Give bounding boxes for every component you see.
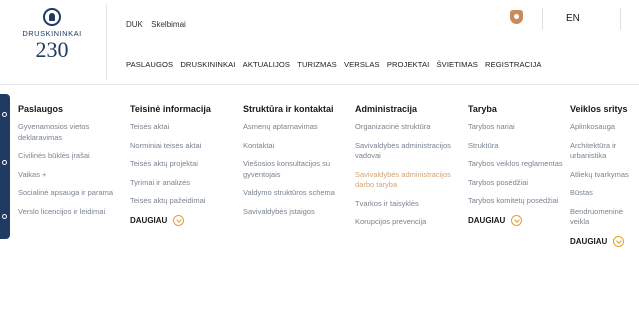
site-header: DRUSKININKAI 230 DUK Skelbimai EN PASLAU… [0, 0, 639, 84]
accessibility-side-tab[interactable] [0, 94, 10, 239]
menu-link[interactable]: Savivaldybės administracijos vadovai [355, 141, 463, 162]
nav-item-paslaugos[interactable]: PASLAUGOS [126, 60, 173, 69]
more-label: DAUGIAU [468, 215, 506, 225]
font-size-icon [2, 214, 7, 219]
menu-link[interactable]: Kontaktai [243, 141, 351, 152]
menu-link[interactable]: Asmenų aptarnavimas [243, 122, 351, 133]
site-logo[interactable]: DRUSKININKAI 230 [6, 8, 98, 61]
chevron-down-circle-icon [511, 214, 523, 226]
menu-column-administracija: Administracija Organizacinė struktūra Sa… [355, 100, 463, 236]
header-bottom-border [0, 84, 639, 85]
nav-item-svietimas[interactable]: ŠVIETIMAS [436, 60, 477, 69]
main-nav: PASLAUGOS DRUSKININKAI AKTUALIJOS TURIZM… [126, 60, 547, 69]
menu-link[interactable]: Atliekų tvarkymas [570, 170, 639, 181]
menu-link[interactable]: Tarybos nariai [468, 122, 576, 133]
more-button[interactable]: DAUGIAU [130, 214, 238, 226]
menu-column-title[interactable]: Paslaugos [18, 100, 126, 122]
menu-link[interactable]: Organizacinė struktūra [355, 122, 463, 133]
menu-link[interactable]: Socialinė apsauga ir parama [18, 188, 126, 199]
language-switch[interactable]: EN [566, 13, 580, 24]
menu-link[interactable]: Gyvenamosios vietos deklaravimas [18, 122, 126, 143]
menu-column-title[interactable]: Teisinė informacija [130, 100, 238, 122]
chevron-down-circle-icon [173, 214, 185, 226]
top-link-duk[interactable]: DUK [126, 20, 143, 29]
menu-column-struktura: Struktūra ir kontaktai Asmenų aptarnavim… [243, 100, 351, 225]
menu-link[interactable]: Savivaldybės įstaigos [243, 207, 351, 218]
tools-divider-right [620, 8, 621, 30]
more-label: DAUGIAU [130, 215, 168, 225]
menu-link[interactable]: Būstas [570, 188, 639, 199]
menu-link[interactable]: Verslo licencijos ir leidimai [18, 207, 126, 218]
menu-column-taryba: Taryba Tarybos nariai Struktūra Tarybos … [468, 100, 576, 226]
top-link-skelbimai[interactable]: Skelbimai [151, 20, 186, 29]
menu-link[interactable]: Struktūra [468, 141, 576, 152]
menu-link[interactable]: Valdymo struktūros schema [243, 188, 351, 199]
menu-column-title[interactable]: Veiklos sritys [570, 100, 639, 122]
menu-column-paslaugos: Paslaugos Gyvenamosios vietos deklaravim… [18, 100, 126, 225]
menu-column-title[interactable]: Administracija [355, 100, 463, 122]
menu-link[interactable]: Architektūra ir urbanistika [570, 141, 639, 162]
nav-item-registracija[interactable]: REGISTRACIJA [485, 60, 541, 69]
shield-badge-icon[interactable] [510, 10, 523, 24]
menu-link[interactable]: Civilinės būklės įrašai [18, 151, 126, 162]
menu-column-veiklos-sritys: Veiklos sritys Aplinkosauga Architektūra… [570, 100, 639, 247]
contrast-icon [2, 160, 7, 165]
tools-divider [542, 8, 543, 30]
more-button[interactable]: DAUGIAU [468, 214, 576, 226]
nav-item-aktualijos[interactable]: AKTUALIJOS [243, 60, 290, 69]
menu-column-teisine-informacija: Teisinė informacija Teisės aktai Normini… [130, 100, 238, 226]
menu-link[interactable]: Tarybos veiklos reglamentas [468, 159, 576, 170]
menu-column-title[interactable]: Struktūra ir kontaktai [243, 100, 351, 122]
menu-link[interactable]: Vaikas + [18, 170, 126, 181]
menu-column-title[interactable]: Taryba [468, 100, 576, 122]
menu-link[interactable]: Tarybos komitetų posėdžiai [468, 196, 576, 207]
menu-link[interactable]: Teisės aktų projektai [130, 159, 238, 170]
nav-item-druskininkai[interactable]: DRUSKININKAI [180, 60, 235, 69]
menu-link[interactable]: Teisės aktai [130, 122, 238, 133]
menu-link-active[interactable]: Savivaldybės administracijos darbo taryb… [355, 170, 463, 191]
nav-item-projektai[interactable]: PROJEKTAI [387, 60, 430, 69]
logo-number: 230 [35, 37, 69, 62]
coat-of-arms-icon [43, 8, 61, 26]
menu-link[interactable]: Tyrimai ir analizės [130, 178, 238, 189]
accessibility-icon [2, 112, 7, 117]
more-label: DAUGIAU [570, 236, 608, 246]
menu-link[interactable]: Bendruomeninė veikla [570, 207, 639, 228]
menu-link[interactable]: Tarybos posėdžiai [468, 178, 576, 189]
menu-link[interactable]: Norminiai teisės aktai [130, 141, 238, 152]
nav-item-verslas[interactable]: VERSLAS [344, 60, 380, 69]
more-button[interactable]: DAUGIAU [570, 235, 639, 247]
menu-link[interactable]: Korupcijos prevencija [355, 217, 463, 228]
top-links: DUK Skelbimai [126, 20, 192, 29]
menu-link[interactable]: Tvarkos ir taisyklės [355, 199, 463, 210]
menu-link[interactable]: Teisės aktų pažeidimai [130, 196, 238, 207]
chevron-down-circle-icon [613, 235, 625, 247]
menu-link[interactable]: Viešosios konsultacijos su gyventojais [243, 159, 351, 180]
menu-link[interactable]: Aplinkosauga [570, 122, 639, 133]
mega-menu: Paslaugos Gyvenamosios vietos deklaravim… [10, 100, 639, 333]
header-divider [106, 4, 107, 80]
nav-item-turizmas[interactable]: TURIZMAS [297, 60, 337, 69]
